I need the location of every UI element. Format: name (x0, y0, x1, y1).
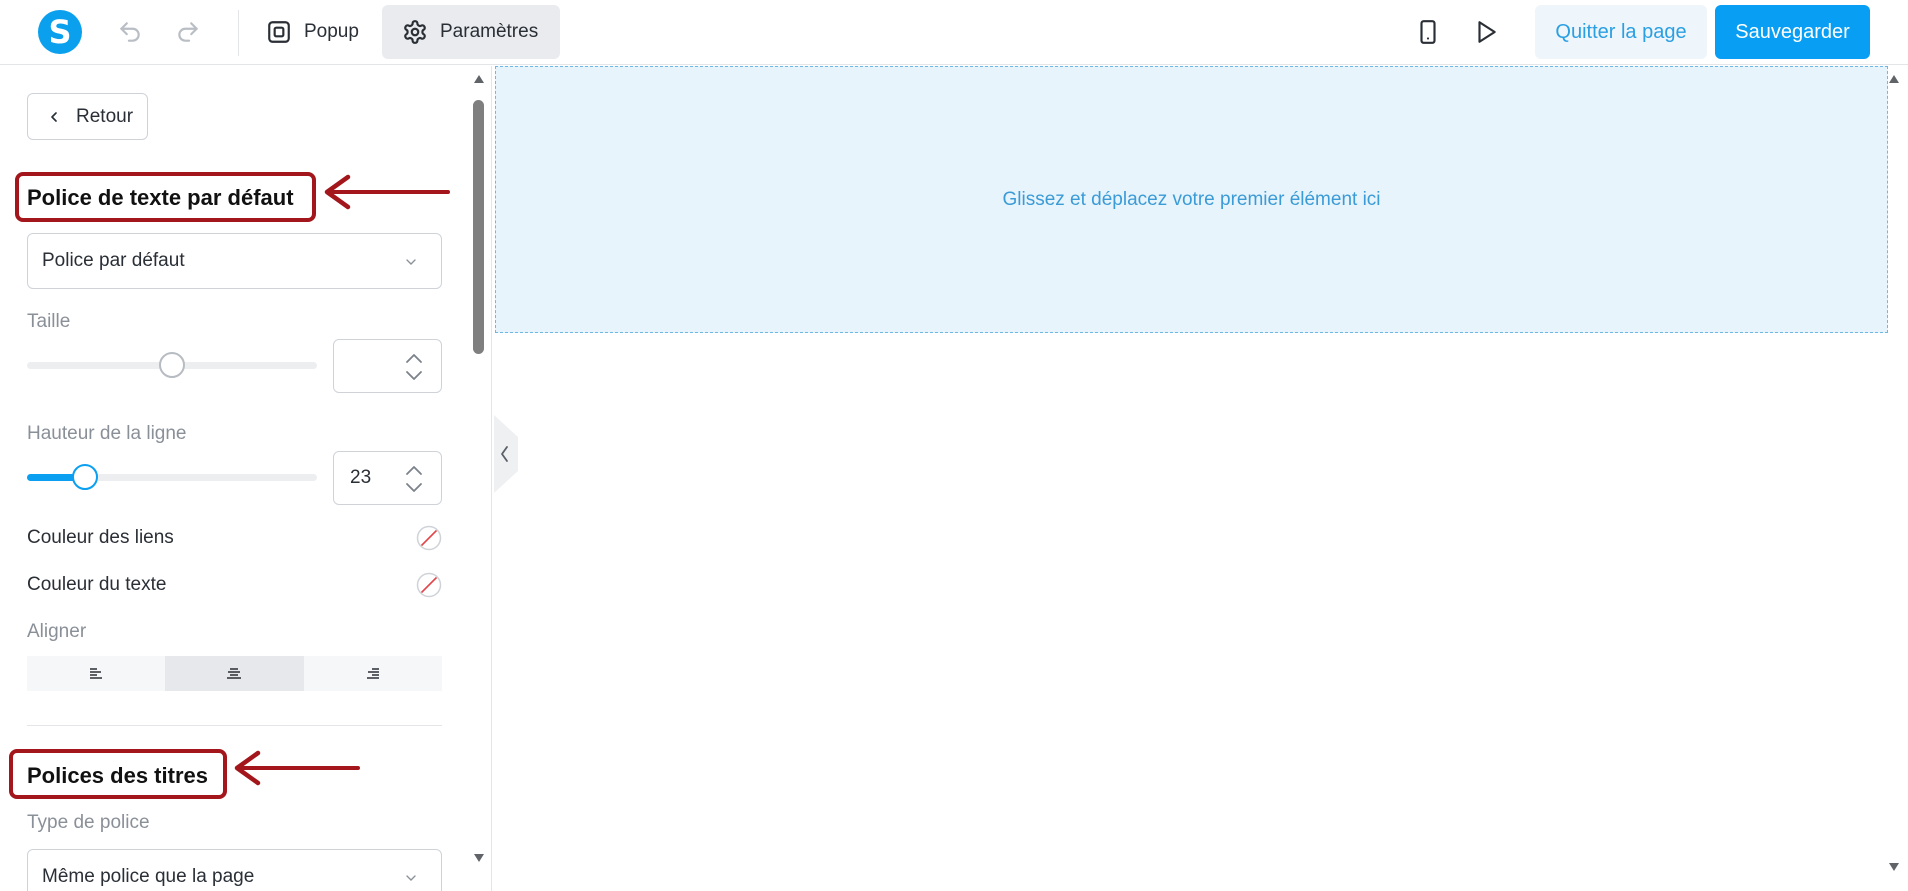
no-color-swatch-icon[interactable] (416, 525, 442, 551)
top-toolbar: S Popup Paramètres Quitter la page Sauve… (0, 0, 1908, 65)
drop-zone[interactable]: Glissez et déplacez votre premier élémen… (495, 66, 1888, 333)
size-slider-handle[interactable] (159, 352, 185, 378)
popup-icon (268, 21, 290, 43)
tab-settings[interactable]: Paramètres (382, 5, 560, 59)
align-left-icon (90, 667, 103, 679)
gear-icon (404, 20, 426, 44)
heading-font-select[interactable]: Même police que la page (27, 849, 442, 891)
align-center-button[interactable] (165, 656, 304, 691)
section-title-default-font: Police de texte par défaut (27, 185, 294, 210)
app-logo[interactable]: S (38, 10, 82, 54)
text-color-label: Couleur du texte (27, 574, 167, 595)
no-color-swatch-icon[interactable] (416, 572, 442, 598)
size-stepper[interactable] (333, 339, 442, 393)
line-height-label: Hauteur de la ligne (27, 423, 187, 444)
play-icon[interactable] (1468, 14, 1504, 50)
align-segmented-control (27, 656, 442, 691)
default-font-select[interactable]: Police par défaut (27, 233, 442, 289)
link-color-label: Couleur des liens (27, 527, 174, 548)
tab-popup[interactable]: Popup (246, 5, 379, 59)
back-label: Retour (76, 105, 134, 127)
line-height-stepper[interactable]: 23 (333, 451, 442, 505)
collapse-panel-tab[interactable] (494, 415, 520, 493)
page-canvas: Glissez et déplacez votre premier élémen… (491, 66, 1908, 891)
section-divider (27, 725, 442, 726)
stepper-arrows-icon[interactable] (405, 353, 423, 381)
scroll-up-arrow-icon[interactable] (1888, 74, 1900, 84)
size-slider[interactable] (27, 352, 317, 378)
align-right-button[interactable] (303, 656, 442, 691)
size-label: Taille (27, 311, 71, 332)
chevron-left-icon (51, 111, 57, 122)
line-height-value: 23 (350, 467, 372, 488)
chevron-down-icon (406, 875, 416, 881)
back-button[interactable]: Retour (27, 93, 148, 140)
tab-popup-label: Popup (304, 21, 359, 42)
align-right-icon (366, 667, 379, 679)
redo-icon[interactable] (170, 14, 206, 50)
logo-letter: S (48, 13, 72, 51)
stepper-arrows-icon[interactable] (405, 465, 423, 493)
line-height-slider[interactable] (27, 464, 317, 490)
save-button[interactable]: Sauvegarder (1715, 5, 1870, 59)
drop-zone-text: Glissez et déplacez votre premier élémen… (1002, 188, 1381, 210)
align-center-icon (227, 667, 242, 679)
section-title-headings: Polices des titres (27, 763, 208, 788)
font-type-label: Type de police (27, 812, 150, 833)
tab-settings-label: Paramètres (440, 21, 539, 42)
annotation-arrow-icon (324, 174, 450, 210)
mobile-device-icon[interactable] (1410, 14, 1446, 50)
quit-page-button[interactable]: Quitter la page (1535, 5, 1707, 59)
undo-icon[interactable] (112, 14, 148, 50)
line-height-slider-handle[interactable] (72, 464, 98, 490)
toolbar-divider (238, 10, 239, 56)
scroll-down-arrow-icon[interactable] (473, 853, 485, 863)
settings-panel: Retour Police de texte par défaut Police… (0, 66, 490, 891)
chevron-down-icon (406, 259, 416, 265)
align-label: Aligner (27, 621, 87, 642)
scroll-down-arrow-icon[interactable] (1888, 862, 1900, 872)
align-left-button[interactable] (27, 656, 166, 691)
default-font-value: Police par défaut (42, 250, 185, 271)
scrollbar-thumb[interactable] (473, 100, 484, 354)
annotation-arrow-icon (234, 750, 360, 786)
heading-font-value: Même police que la page (42, 866, 255, 887)
panel-scrollbar[interactable] (466, 66, 490, 891)
scroll-up-arrow-icon[interactable] (473, 74, 485, 84)
